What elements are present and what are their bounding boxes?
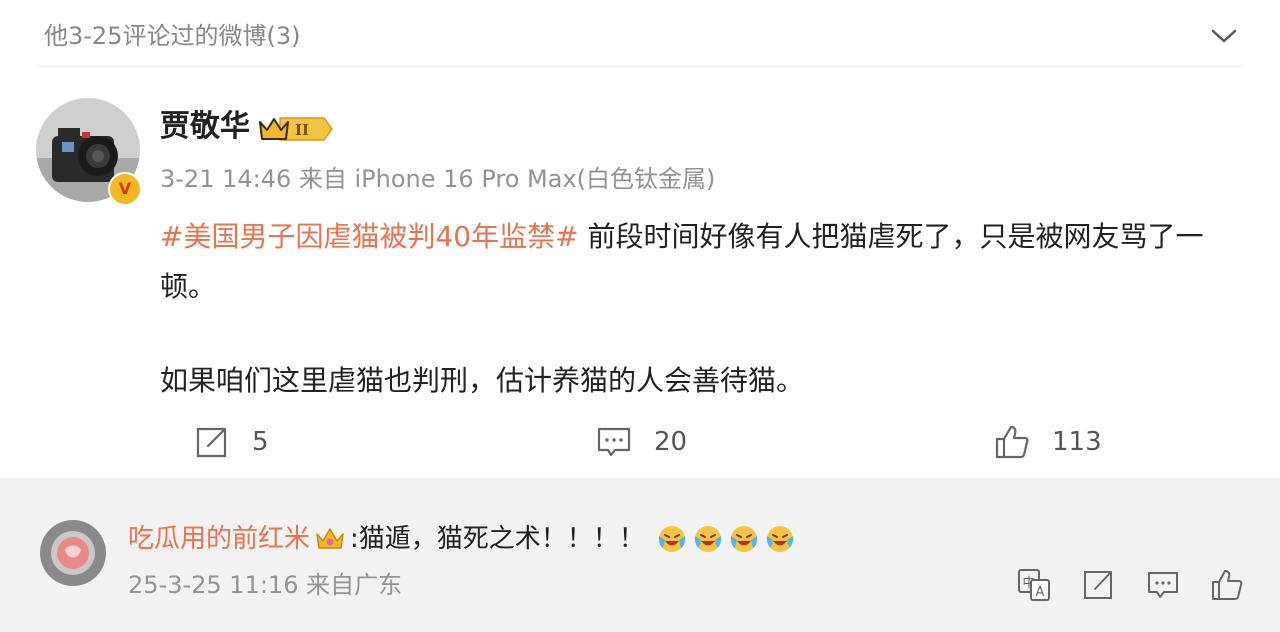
commenter-avatar-image bbox=[40, 520, 106, 586]
repost-icon bbox=[196, 427, 227, 458]
post-meta: 3-21 14:46 来自 iPhone 16 Pro Max(白色钛金属) bbox=[160, 165, 716, 193]
commenter-name[interactable]: 吃瓜用的前红米 bbox=[128, 518, 310, 560]
chevron-down-icon[interactable] bbox=[1208, 20, 1240, 52]
author-name[interactable]: 贾敬华 bbox=[160, 106, 250, 148]
comment-text: :猫遁，猫死之术！！！！ bbox=[350, 524, 645, 554]
svg-text:A: A bbox=[1036, 585, 1045, 600]
comment-button[interactable]: 20 bbox=[596, 420, 687, 464]
divider bbox=[36, 66, 1244, 67]
emoji-group bbox=[657, 524, 801, 554]
post-text-line2: 如果咱们这里虐猫也判刑，估计养猫的人会善待猫。 bbox=[160, 364, 805, 397]
comment-line: 吃瓜用的前红米 :猫遁，猫死之术！！！！ bbox=[128, 518, 801, 560]
comment-meta: 25-3-25 11:16 来自广东 bbox=[128, 571, 403, 599]
crying-laughing-emoji-icon bbox=[694, 526, 721, 552]
commenter-avatar[interactable] bbox=[40, 520, 106, 586]
like-button[interactable]: 113 bbox=[994, 420, 1102, 464]
post-content: #美国男子因虐猫被判40年监禁# 前段时间好像有人把猫虐死了，只是被网友骂了一顿… bbox=[160, 212, 1240, 406]
badge-level: II bbox=[295, 121, 309, 139]
comment-count: 20 bbox=[654, 427, 688, 457]
crying-laughing-emoji-icon bbox=[766, 526, 793, 552]
crown-badge-icon[interactable]: II bbox=[258, 114, 334, 144]
like-count: 113 bbox=[1052, 427, 1102, 457]
crying-laughing-emoji-icon bbox=[730, 526, 757, 552]
topic-hashtag-link[interactable]: #美国男子因虐猫被判40年监禁# bbox=[160, 220, 579, 253]
comment-icon[interactable] bbox=[1146, 568, 1180, 602]
translate-icon[interactable]: 中 A bbox=[1017, 568, 1051, 602]
repost-button[interactable]: 5 bbox=[194, 420, 269, 464]
thumbs-up-icon bbox=[995, 425, 1029, 459]
crown-icon bbox=[316, 528, 344, 549]
thumbs-up-icon[interactable] bbox=[1210, 568, 1244, 602]
section-header: 他3-25评论过的微博(3) bbox=[44, 22, 301, 50]
weibo-card: 他3-25评论过的微博(3) V 贾敬华 II 3-21 14:46 来自 iP… bbox=[0, 0, 1280, 478]
crying-laughing-emoji-icon bbox=[658, 526, 685, 552]
repost-icon[interactable] bbox=[1082, 568, 1116, 602]
comment-icon bbox=[597, 427, 631, 457]
repost-count: 5 bbox=[252, 427, 269, 457]
verified-badge-icon: V bbox=[108, 172, 142, 206]
